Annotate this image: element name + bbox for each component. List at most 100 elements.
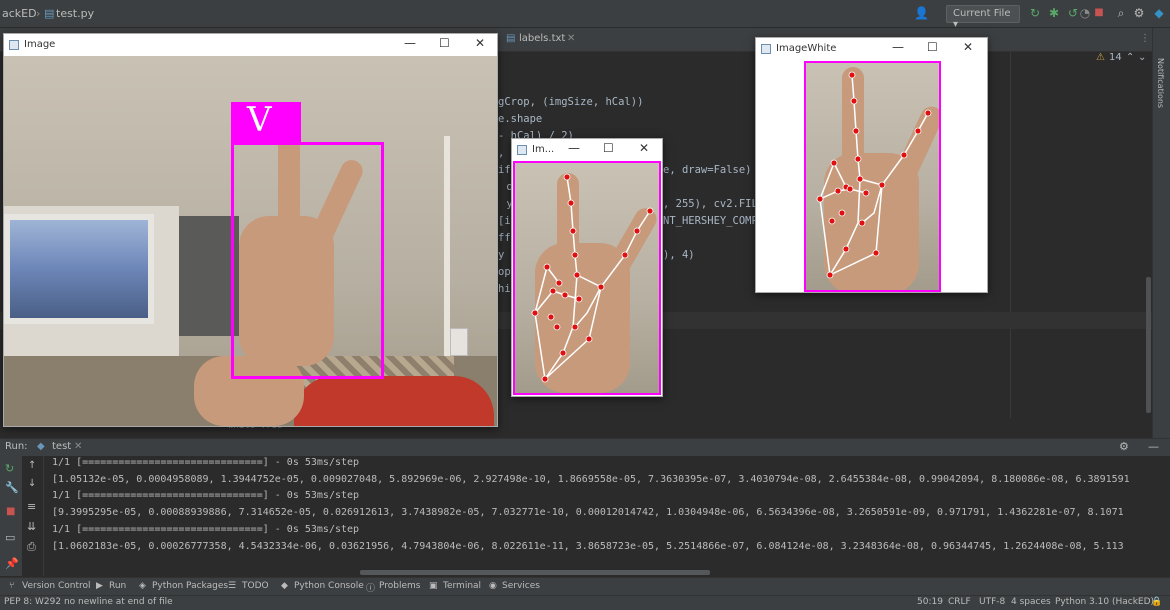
- imagecrop-window-title: Im...: [532, 144, 555, 155]
- pin-icon[interactable]: 📌: [5, 557, 19, 570]
- imagecrop-window-titlebar[interactable]: Im... — ☐ ✕: [512, 139, 662, 161]
- settings-icon[interactable]: ⚙: [1132, 6, 1146, 20]
- profile-icon[interactable]: ◔: [1078, 6, 1092, 20]
- status-bar: PEP 8: W292 no newline at end of file 50…: [0, 595, 1170, 610]
- run-console-output[interactable]: 1/1 [==============================] - 0…: [44, 456, 1170, 576]
- code-line: [i: [498, 215, 511, 227]
- minimize-icon[interactable]: —: [404, 36, 416, 50]
- console-line: [1.0602183e-05, 0.00026777358, 4.5432334…: [52, 540, 1124, 552]
- version-control-icon: ⑂: [9, 581, 15, 591]
- imagewhite-window-titlebar[interactable]: ImageWhite — ☐ ✕: [756, 38, 987, 60]
- wall-switch: [450, 328, 468, 356]
- python-interpreter[interactable]: Python 3.10 (HackED): [1055, 597, 1154, 607]
- imagewhite-window-title: ImageWhite: [776, 43, 837, 54]
- jetbrains-icon[interactable]: ◆: [1152, 6, 1166, 20]
- toolwindow-python-console[interactable]: Python Console: [294, 581, 364, 591]
- rerun-icon[interactable]: ↻: [1028, 6, 1042, 20]
- run-config-dropdown[interactable]: Current File ▾: [946, 5, 1020, 30]
- imagewhite-window[interactable]: ImageWhite — ☐ ✕: [755, 37, 988, 293]
- minimize-panel-icon[interactable]: —: [1148, 440, 1159, 453]
- breadcrumb-file[interactable]: test.py: [56, 7, 94, 20]
- close-icon[interactable]: ✕: [475, 36, 485, 50]
- camera-frame: V: [4, 56, 497, 426]
- python-console-icon: ◆: [281, 581, 288, 591]
- close-tab-icon[interactable]: ✕: [567, 33, 575, 44]
- arrow-up-icon[interactable]: ↑: [28, 460, 36, 471]
- toolwindow-services[interactable]: Services: [502, 581, 540, 591]
- chevron-down-icon[interactable]: ⌄: [1138, 52, 1146, 63]
- console-line: 1/1 [==============================] - 0…: [52, 490, 360, 502]
- file-encoding[interactable]: UTF-8: [979, 597, 1005, 607]
- crop-frame: [513, 161, 661, 395]
- close-icon[interactable]: ✕: [963, 40, 973, 54]
- file-icon: ▤: [44, 7, 55, 20]
- gear-icon[interactable]: ⚙: [1119, 440, 1129, 453]
- minimize-icon[interactable]: —: [568, 141, 580, 155]
- console-horizontal-scrollbar[interactable]: [360, 570, 710, 575]
- run-toolbar-secondary: ↑ ↓ ≡ ⇊ ⎙: [22, 456, 44, 576]
- image-window-titlebar[interactable]: Image — ☐ ✕: [4, 34, 497, 56]
- rerun-icon[interactable]: ↻: [5, 462, 14, 475]
- python-icon: ◆: [37, 441, 45, 452]
- hand-bounding-box: [231, 142, 384, 379]
- red-shirt: [294, 376, 494, 426]
- status-message[interactable]: PEP 8: W292 no newline at end of file: [4, 597, 173, 607]
- maximize-icon[interactable]: ☐: [603, 141, 614, 155]
- run-panel-header: Run: ◆ test ✕ ⚙ —: [0, 438, 1170, 456]
- console-line: 1/1 [==============================] - 0…: [52, 523, 360, 535]
- window-pane: [4, 214, 154, 324]
- wrench-icon[interactable]: 🔧: [5, 481, 19, 494]
- close-icon[interactable]: ✕: [639, 141, 649, 155]
- search-icon[interactable]: ⌕: [1114, 6, 1128, 20]
- code-line: ,: [498, 147, 505, 159]
- notifications-strip[interactable]: Notifications: [1152, 28, 1170, 438]
- toolwindow-todo[interactable]: TODO: [242, 581, 269, 591]
- minimize-icon[interactable]: —: [892, 40, 904, 54]
- stop-icon[interactable]: ■: [1092, 6, 1106, 20]
- line-separator[interactable]: CRLF: [948, 597, 971, 607]
- console-line: [1.05132e-05, 0.0004958089, 1.3944752e-0…: [52, 473, 1130, 485]
- image-window[interactable]: Image — ☐ ✕ V: [3, 33, 498, 427]
- console-line: [9.3995295e-05, 0.00088939886, 7.314652e…: [52, 507, 1124, 519]
- warning-icon[interactable]: ⚠: [1096, 52, 1105, 63]
- code-line: ), 4): [663, 249, 695, 261]
- code-line: op: [498, 266, 511, 278]
- soft-wrap-icon[interactable]: ≡: [27, 500, 36, 513]
- toolwindow-version-control[interactable]: Version Control: [22, 581, 91, 591]
- maximize-icon[interactable]: ☐: [439, 36, 450, 50]
- tab-labels[interactable]: labels.txt: [519, 33, 565, 44]
- layout-icon[interactable]: ▭: [5, 531, 15, 544]
- print-icon[interactable]: ⎙: [27, 540, 36, 554]
- run-icon: ▶: [96, 581, 103, 591]
- code-line: e, draw=False): [663, 164, 752, 176]
- lock-icon[interactable]: 🔒: [1151, 597, 1162, 607]
- code-line: y: [498, 249, 505, 261]
- stop-icon[interactable]: ■: [6, 506, 15, 517]
- window-app-icon: [761, 44, 771, 54]
- arrow-down-icon[interactable]: ↓: [28, 478, 36, 489]
- imagecrop-window[interactable]: Im... — ☐ ✕: [511, 138, 663, 397]
- tool-window-strip: ⑂ Version Control ▶ Run ◈ Python Package…: [0, 577, 1170, 595]
- chevron-up-icon[interactable]: ⌃: [1126, 52, 1134, 63]
- scroll-to-end-icon[interactable]: ⇊: [27, 520, 36, 533]
- toolwindow-terminal[interactable]: Terminal: [443, 581, 481, 591]
- toolwindow-problems[interactable]: Problems: [379, 581, 420, 591]
- window-app-icon: [517, 145, 527, 155]
- services-icon: ◉: [489, 581, 497, 591]
- notifications-label[interactable]: Notifications: [1156, 58, 1165, 108]
- toolwindow-python-packages[interactable]: Python Packages: [152, 581, 228, 591]
- editor-scrollbar[interactable]: [1146, 277, 1151, 413]
- toolwindow-run[interactable]: Run: [109, 581, 126, 591]
- code-line: gCrop, (imgSize, hCal)): [498, 96, 644, 108]
- indent-setting[interactable]: 4 spaces: [1011, 597, 1051, 607]
- close-run-tab-icon[interactable]: ✕: [74, 441, 82, 452]
- run-tab-test[interactable]: test: [52, 441, 71, 452]
- tabs-menu-icon[interactable]: ⋮: [1140, 33, 1150, 44]
- caret-position[interactable]: 50:19: [917, 597, 943, 607]
- maximize-icon[interactable]: ☐: [927, 40, 938, 54]
- project-name[interactable]: ackED: [2, 7, 37, 20]
- todo-icon: ☰: [228, 581, 237, 591]
- code-line: , 255), cv2.FIL: [663, 198, 758, 210]
- debug-icon[interactable]: ✱: [1047, 6, 1061, 20]
- user-icon[interactable]: 👤: [914, 6, 929, 20]
